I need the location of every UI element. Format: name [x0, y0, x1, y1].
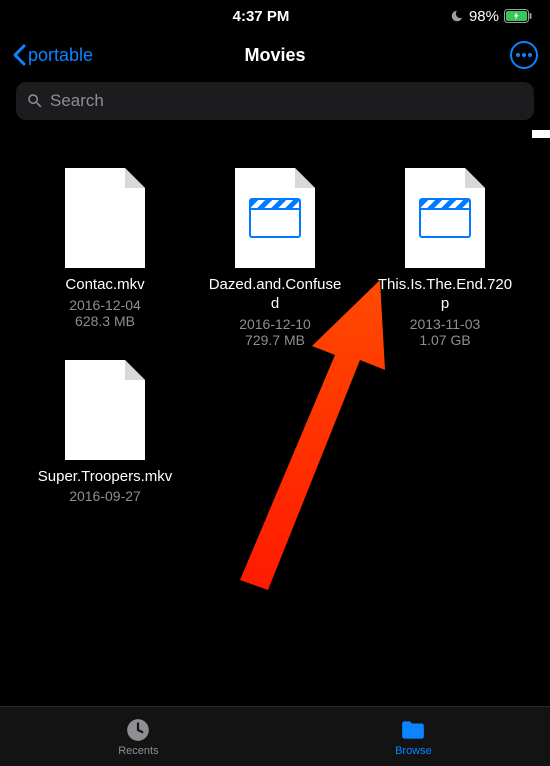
- file-date: 2016-12-10: [239, 316, 311, 332]
- clock-icon: [125, 717, 151, 743]
- carrier-censored: [10, 6, 72, 22]
- video-clapper-icon: [249, 198, 301, 238]
- file-size: 628.3 MB: [75, 313, 135, 329]
- page-title: Movies: [244, 45, 305, 66]
- tab-recents[interactable]: Recents: [118, 717, 158, 757]
- search-icon: [26, 92, 44, 110]
- file-item-this-is-the-end[interactable]: This.Is.The.End.720p 2013-11-03 1.07 GB: [364, 168, 526, 348]
- back-label: portable: [28, 45, 93, 66]
- video-clapper-icon: [419, 198, 471, 238]
- more-options-button[interactable]: [510, 41, 538, 69]
- file-name: This.Is.The.End.720p: [375, 276, 515, 314]
- moon-icon: [450, 9, 464, 23]
- file-icon: [65, 360, 145, 460]
- file-icon: [235, 168, 315, 268]
- tab-label: Recents: [118, 745, 158, 757]
- file-item-contac[interactable]: Contac.mkv 2016-12-04 628.3 MB: [24, 168, 186, 348]
- folder-icon: [400, 717, 426, 743]
- white-artifact: [532, 130, 550, 138]
- file-name: Super.Troopers.mkv: [38, 468, 173, 487]
- status-bar: 4:37 PM 98%: [0, 0, 550, 32]
- ellipsis-icon: [516, 53, 532, 57]
- battery-percentage: 98%: [469, 8, 499, 25]
- navigation-bar: portable Movies: [0, 32, 550, 78]
- file-name: Dazed.and.Confused: [205, 276, 345, 314]
- file-date: 2016-09-27: [69, 488, 141, 504]
- file-date: 2016-12-04: [69, 297, 141, 313]
- tab-label: Browse: [395, 745, 432, 757]
- file-size: 1.07 GB: [419, 332, 470, 348]
- search-placeholder: Search: [50, 91, 104, 111]
- status-time: 4:37 PM: [233, 8, 290, 25]
- battery-icon: [504, 9, 532, 23]
- tab-bar: Recents Browse: [0, 706, 550, 766]
- tab-browse[interactable]: Browse: [395, 717, 432, 757]
- file-date: 2013-11-03: [410, 316, 481, 332]
- search-input[interactable]: Search: [16, 82, 534, 120]
- file-item-super-troopers[interactable]: Super.Troopers.mkv 2016-09-27: [24, 360, 186, 505]
- file-icon: [65, 168, 145, 268]
- file-name: Contac.mkv: [65, 276, 144, 295]
- file-size: 729.7 MB: [245, 332, 305, 348]
- back-button[interactable]: portable: [12, 44, 93, 66]
- files-grid: Contac.mkv 2016-12-04 628.3 MB Dazed.and…: [0, 132, 550, 524]
- chevron-left-icon: [12, 44, 26, 66]
- file-item-dazed[interactable]: Dazed.and.Confused 2016-12-10 729.7 MB: [194, 168, 356, 348]
- file-icon: [405, 168, 485, 268]
- status-right-group: 98%: [450, 8, 532, 25]
